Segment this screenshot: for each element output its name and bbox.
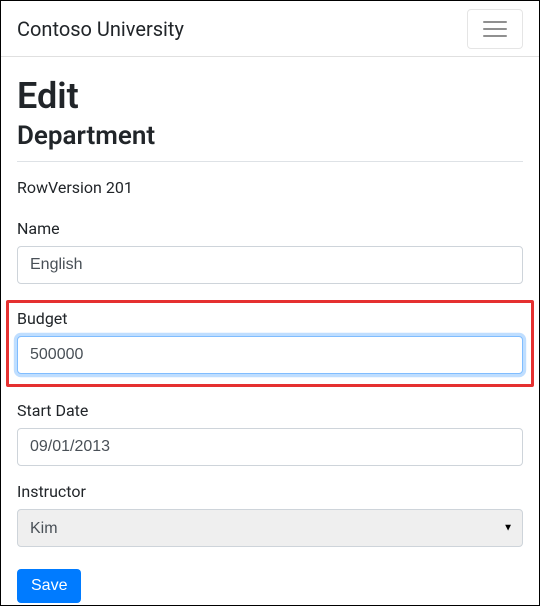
form-group-instructor: Instructor Kim ▼	[17, 482, 523, 547]
rowversion-text: RowVersion 201	[17, 178, 523, 197]
rowversion-label: RowVersion	[17, 178, 102, 197]
name-label: Name	[17, 219, 523, 238]
navbar-toggler[interactable]	[467, 9, 523, 49]
page-subtitle: Department	[17, 121, 523, 151]
name-input[interactable]	[17, 246, 523, 284]
instructor-select-wrapper: Kim ▼	[17, 509, 523, 547]
budget-input[interactable]	[17, 336, 523, 374]
startdate-input[interactable]	[17, 428, 523, 466]
budget-label: Budget	[17, 309, 523, 328]
rowversion-value: 201	[106, 178, 133, 197]
page-title: Edit	[17, 75, 523, 117]
save-button[interactable]: Save	[17, 569, 81, 603]
hamburger-icon	[483, 35, 507, 37]
form-group-name: Name	[17, 219, 523, 284]
hamburger-icon	[483, 28, 507, 30]
budget-highlight: Budget	[6, 300, 534, 387]
navbar-brand[interactable]: Contoso University	[17, 17, 184, 41]
main-container: Edit Department RowVersion 201 Name Budg…	[1, 57, 539, 615]
divider	[17, 161, 523, 162]
form-group-startdate: Start Date	[17, 401, 523, 466]
startdate-label: Start Date	[17, 401, 523, 420]
instructor-select[interactable]: Kim	[17, 509, 523, 547]
navbar: Contoso University	[1, 1, 539, 57]
instructor-label: Instructor	[17, 482, 523, 501]
hamburger-icon	[483, 21, 507, 23]
